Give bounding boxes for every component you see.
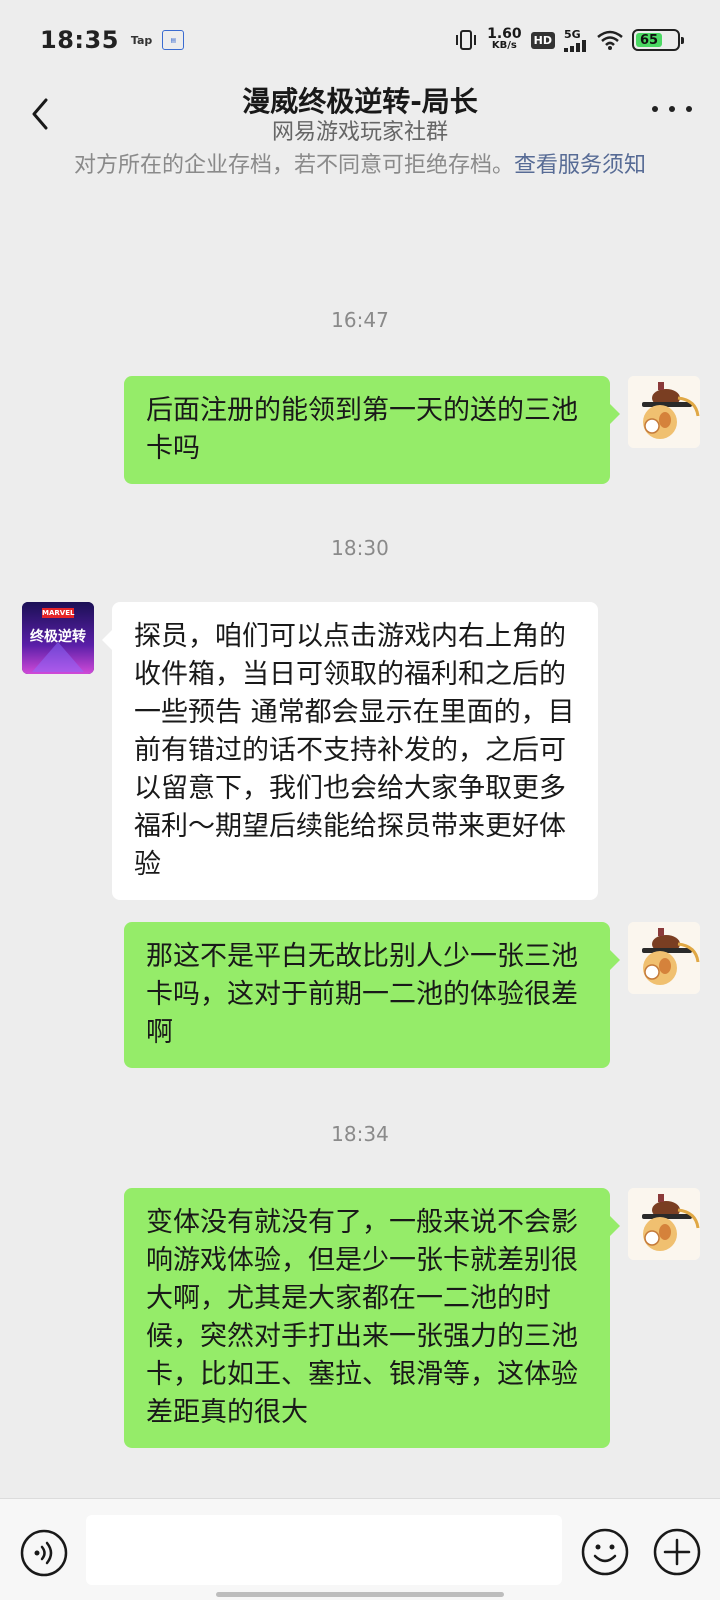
input-bar (0, 1498, 720, 1600)
cartoon-avatar-icon (628, 922, 700, 994)
status-bar: 18:35 Tap ▤ 1.60 KB/s HD 5G 65 (0, 0, 720, 80)
my-avatar[interactable] (628, 1188, 700, 1260)
my-avatar[interactable] (628, 376, 700, 448)
more-functions-button[interactable] (652, 1527, 702, 1577)
game-logo-brand: MARVEL (42, 609, 75, 617)
plus-icon (653, 1528, 701, 1576)
cartoon-avatar-icon (628, 1188, 700, 1260)
cartoon-avatar-icon (628, 376, 700, 448)
archive-notice: ········· 对方所在的企业存档，若不同意可拒绝存档。查看服务须知 (60, 150, 660, 182)
more-options-button[interactable] (652, 94, 692, 124)
home-indicator[interactable] (216, 1592, 504, 1597)
notice-text: 对方所在的企业存档，若不同意可拒绝存档。 (73, 153, 514, 178)
signal-icon: 5G (564, 29, 588, 52)
service-terms-link[interactable]: 查看服务须知 (514, 153, 646, 178)
more-dots-icon (652, 106, 658, 112)
status-time: 18:35 (40, 26, 119, 54)
vibrate-icon (456, 30, 477, 50)
hd-icon: HD (530, 31, 555, 49)
game-logo-title: 终极逆转 (30, 629, 86, 645)
message-input[interactable] (86, 1515, 562, 1585)
message-bubble-outgoing[interactable]: 后面注册的能领到第一天的送的三池卡吗 (124, 376, 620, 484)
app-notification-icon: ▤ (162, 30, 185, 50)
game-avatar[interactable]: MARVEL 终极逆转 (22, 602, 94, 674)
voice-icon (20, 1529, 68, 1577)
network-speed: 1.60 KB/s (487, 26, 522, 51)
wifi-icon (597, 30, 623, 50)
chat-header: 漫威终极逆转-局长 网易游戏玩家社群 (0, 80, 720, 150)
battery-level: 65 (636, 33, 662, 48)
message-bubble-outgoing[interactable]: 那这不是平白无故比别人少一张三池卡吗，这对于前期一二池的体验很差啊 (124, 922, 620, 1068)
message-bubble-incoming[interactable]: 探员，咱们可以点击游戏内右上角的收件箱，当日可领取的福利和之后的一些预告 通常都… (102, 602, 598, 900)
voice-input-button[interactable] (20, 1529, 68, 1577)
message-timestamp: 18:30 (331, 536, 389, 560)
emoji-button[interactable] (580, 1527, 630, 1577)
chat-subtitle: 网易游戏玩家社群 (271, 120, 448, 145)
message-timestamp: 16:47 (331, 308, 389, 332)
my-avatar[interactable] (628, 922, 700, 994)
message-timestamp: 18:34 (331, 1122, 389, 1146)
taptap-icon: Tap (130, 33, 153, 47)
battery-icon: 65 (632, 29, 684, 51)
emoji-icon (581, 1528, 629, 1576)
chat-area[interactable]: ········· 对方所在的企业存档，若不同意可拒绝存档。查看服务须知 16:… (0, 150, 720, 1498)
message-bubble-outgoing[interactable]: 变体没有就没有了，一般来说不会影响游戏体验，但是少一张卡就差别很大啊，尤其是大家… (124, 1188, 620, 1448)
